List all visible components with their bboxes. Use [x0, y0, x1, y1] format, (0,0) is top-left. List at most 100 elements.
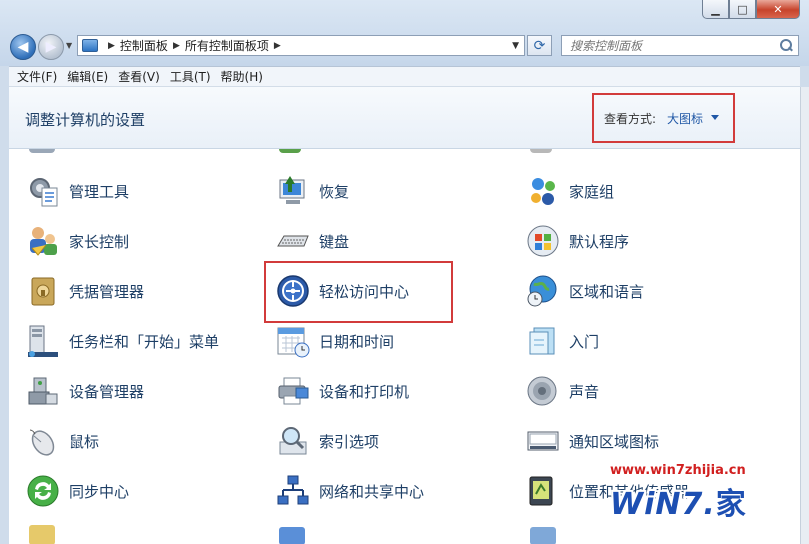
menu-edit[interactable]: 编辑(E)	[67, 68, 108, 85]
address-dropdown-icon[interactable]: ▼	[512, 41, 519, 51]
item-recovery[interactable]: 恢复	[276, 173, 349, 209]
item-label: 设备管理器	[69, 382, 145, 401]
mouse-icon	[26, 424, 60, 458]
chevron-down-icon[interactable]	[711, 115, 719, 120]
recent-pages-dropdown-icon[interactable]: ▼	[66, 41, 72, 50]
item-label: 同步中心	[69, 482, 130, 501]
partial-icon	[530, 527, 556, 544]
partial-icon	[279, 527, 305, 544]
getting-started-icon	[526, 324, 560, 358]
view-by-label: 查看方式:	[604, 112, 657, 126]
item-sync-center[interactable]: 同步中心	[26, 473, 129, 509]
partial-icon	[279, 149, 301, 153]
item-sound[interactable]: 声音	[526, 373, 599, 409]
item-homegroup[interactable]: 家庭组	[526, 173, 614, 209]
partial-icon	[530, 149, 552, 153]
search-icon[interactable]	[779, 38, 793, 53]
address-bar[interactable]: ▶ 控制面板 ▶ 所有控制面板项 ▶ ▼	[77, 35, 525, 56]
control-panel-icon	[82, 39, 98, 52]
partial-icon	[29, 525, 55, 544]
recovery-icon	[276, 174, 310, 208]
default-programs-icon	[526, 224, 560, 258]
menu-tools[interactable]: 工具(T)	[170, 68, 211, 85]
calendar-clock-icon	[276, 324, 310, 358]
item-label: 设备和打印机	[319, 382, 410, 401]
homegroup-icon	[526, 174, 560, 208]
credential-manager-icon	[26, 274, 60, 308]
item-getting-started[interactable]: 入门	[526, 323, 599, 359]
globe-clock-icon	[526, 274, 560, 308]
watermark-logo-text: WiN7.	[610, 487, 716, 522]
item-taskbar-start-menu[interactable]: 任务栏和「开始」菜单	[26, 323, 219, 359]
vertical-scrollbar[interactable]	[800, 87, 809, 544]
item-label: 日期和时间	[319, 332, 395, 351]
item-device-manager[interactable]: 设备管理器	[26, 373, 144, 409]
item-default-programs[interactable]: 默认程序	[526, 223, 629, 259]
item-label: 恢复	[319, 182, 350, 201]
refresh-icon: ⟳	[533, 37, 546, 54]
item-label: 任务栏和「开始」菜单	[69, 332, 220, 351]
back-button[interactable]: ◀	[10, 34, 36, 60]
taskbar-icon	[26, 324, 60, 358]
item-parental-controls[interactable]: 家长控制	[26, 223, 129, 259]
item-label: 声音	[569, 382, 600, 401]
magnifier-icon	[276, 424, 310, 458]
item-credential-manager[interactable]: 凭据管理器	[26, 273, 144, 309]
ease-of-access-highlight	[264, 261, 453, 323]
watermark-logo: WiN7.家	[610, 479, 747, 523]
item-label: 索引选项	[319, 432, 380, 451]
device-manager-icon	[26, 374, 60, 408]
item-devices-printers[interactable]: 设备和打印机	[276, 373, 409, 409]
item-indexing-options[interactable]: 索引选项	[276, 423, 379, 459]
item-label: 网络和共享中心	[319, 482, 425, 501]
partial-icon	[29, 149, 55, 153]
breadcrumb-control-panel[interactable]: 控制面板	[120, 37, 168, 54]
watermark-logo-char: 家	[715, 487, 747, 522]
watermark-url: www.win7zhijia.cn	[610, 463, 746, 478]
items-grid: 管理工具 家长控制 凭据管理器 任务栏和「开始」菜单 设备管理器 鼠标 同步中心…	[9, 149, 800, 544]
item-label: 键盘	[319, 232, 350, 251]
item-label: 家长控制	[69, 232, 130, 251]
window-controls: ▁ □ ✕	[702, 0, 800, 20]
forward-button[interactable]: ▶	[38, 34, 64, 60]
chevron-right-icon[interactable]: ▶	[274, 41, 281, 51]
printer-icon	[276, 374, 310, 408]
network-icon	[276, 474, 310, 508]
item-label: 通知区域图标	[569, 432, 660, 451]
search-input[interactable]	[568, 37, 779, 54]
menu-view[interactable]: 查看(V)	[118, 68, 160, 85]
menu-help[interactable]: 帮助(H)	[221, 68, 263, 85]
menu-bar: 文件(F) 编辑(E) 查看(V) 工具(T) 帮助(H)	[9, 66, 800, 87]
notification-area-icon	[526, 424, 560, 458]
item-mouse[interactable]: 鼠标	[26, 423, 99, 459]
location-sensor-icon	[526, 474, 560, 508]
close-button[interactable]: ✕	[756, 0, 800, 19]
item-network-sharing[interactable]: 网络和共享中心	[276, 473, 424, 509]
parental-controls-icon	[26, 224, 60, 258]
item-label: 凭据管理器	[69, 282, 145, 301]
view-by-dropdown[interactable]: 大图标	[667, 110, 703, 127]
search-box[interactable]	[561, 35, 799, 56]
menu-file[interactable]: 文件(F)	[17, 68, 57, 85]
item-keyboard[interactable]: 键盘	[276, 223, 349, 259]
item-label: 鼠标	[69, 432, 100, 451]
maximize-button[interactable]: □	[729, 0, 756, 19]
minimize-button[interactable]: ▁	[702, 0, 729, 19]
refresh-button[interactable]: ⟳	[527, 35, 552, 56]
item-label: 入门	[569, 332, 600, 351]
sync-icon	[26, 474, 60, 508]
item-label: 区域和语言	[569, 282, 645, 301]
chevron-right-icon[interactable]: ▶	[108, 41, 115, 51]
chevron-right-icon[interactable]: ▶	[173, 41, 180, 51]
item-region-language[interactable]: 区域和语言	[526, 273, 644, 309]
header-panel: 调整计算机的设置 查看方式: 大图标	[9, 87, 800, 149]
speaker-icon	[526, 374, 560, 408]
admin-tools-icon	[26, 174, 60, 208]
keyboard-icon	[276, 224, 310, 258]
view-by-highlight: 查看方式: 大图标	[592, 93, 735, 143]
item-notification-icons[interactable]: 通知区域图标	[526, 423, 659, 459]
page-title: 调整计算机的设置	[25, 111, 146, 129]
item-date-time[interactable]: 日期和时间	[276, 323, 394, 359]
item-admin-tools[interactable]: 管理工具	[26, 173, 129, 209]
breadcrumb-all-items[interactable]: 所有控制面板项	[185, 37, 269, 54]
